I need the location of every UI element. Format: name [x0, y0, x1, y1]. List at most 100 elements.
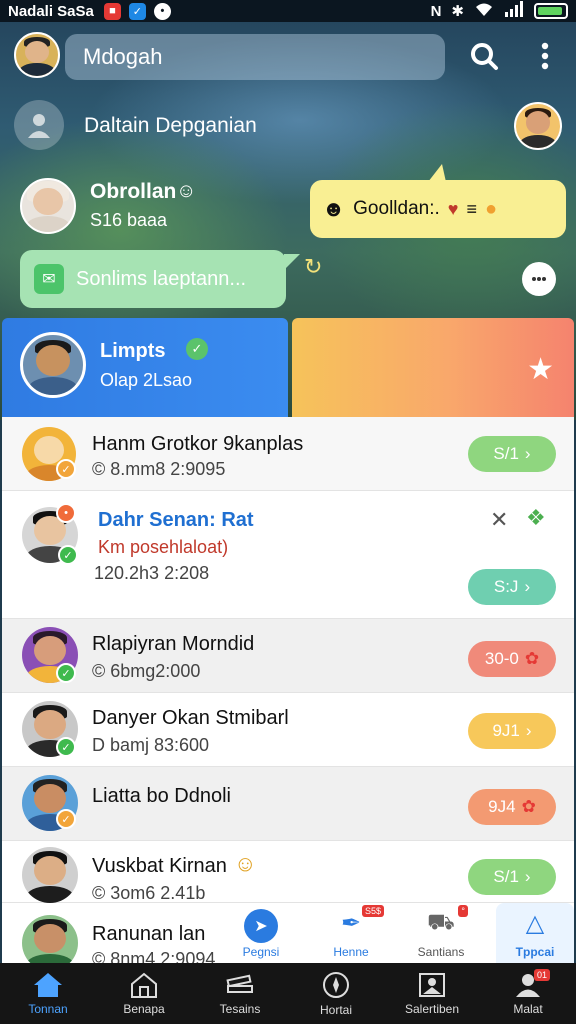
contact-name: Rlapiyran Morndid: [92, 633, 255, 655]
incoming-message-text: Goolldan:.: [353, 198, 440, 219]
verified-badge: ✓: [58, 545, 78, 565]
quick-action-label: Tppcai: [515, 945, 555, 959]
profile-badge: 01: [533, 969, 550, 981]
list-item[interactable]: ✓ Hanm Grotkor 9kanplas © 8.mm8 2:9095 S…: [2, 417, 574, 491]
add-contact-label: Daltain Depganian: [84, 114, 257, 137]
chevron-right-icon: ›: [524, 577, 531, 596]
nav-label: Hortai: [319, 1002, 352, 1017]
search-input[interactable]: Mdogah: [65, 34, 445, 80]
smile-emoji-icon: ☺: [176, 180, 197, 202]
star-icon[interactable]: ★: [527, 352, 554, 387]
nav-item-store[interactable]: Benapa: [96, 963, 192, 1024]
car-badge: °: [458, 905, 468, 917]
outgoing-message-text: Sonlims laeptann...: [76, 267, 247, 290]
quick-action-label: Santians: [417, 945, 465, 959]
blue-app-icon: ✓: [128, 2, 146, 20]
wifi-icon: [474, 1, 494, 21]
nav-item-compass[interactable]: Hortai: [288, 963, 384, 1024]
call-pill-button[interactable]: S/1 ›: [468, 436, 556, 472]
verified-badge: ✓: [56, 663, 76, 683]
bluetooth-icon: ✱: [451, 3, 464, 20]
loading-spinner-icon: ↻: [304, 254, 323, 279]
featured-contact-subtitle: Olap 2Lsao: [100, 370, 193, 390]
contact-timestamp: 120.2h3 2:208: [94, 563, 210, 583]
status-badge: ✓: [56, 459, 76, 479]
missed-call-pill[interactable]: 30-0 ✿: [468, 641, 556, 677]
verified-badge: ✓: [56, 737, 76, 757]
call-pill-button[interactable]: S:J ›: [468, 569, 556, 605]
compass-icon: [323, 971, 349, 998]
nav-item-books[interactable]: Tesains: [192, 963, 288, 1024]
chat-preview-subtitle: S16 baaa: [90, 210, 168, 230]
pen-icon: ✒ S5$: [334, 905, 384, 943]
featured-contact-card[interactable]: Limpts ✓ Olap 2Lsao: [2, 318, 288, 418]
list-item[interactable]: Vuskbat Kirnan ☺ © 3om6 2.41b S/1 ›: [2, 841, 574, 903]
contact-name: Dahr Senan: Rat: [98, 509, 254, 531]
contact-name: Ranunan lan: [92, 923, 206, 945]
list-item[interactable]: ✓ Danyer Okan Stmibarl D bamj 83:600 9J1…: [2, 693, 574, 767]
list-item[interactable]: ✓ Rlapiyran Morndid © 6bmg2:000 30-0 ✿: [2, 619, 574, 693]
battery-icon: [534, 3, 568, 19]
pill-label: 30-0: [484, 649, 519, 668]
featured-contact-name: Limpts: [100, 340, 166, 362]
status-badge: ✓: [56, 809, 76, 829]
cat-face-icon: ●: [484, 197, 498, 220]
chat-preview-avatar: [20, 178, 76, 234]
contact-timestamp: © 3om6 2.41b: [92, 883, 206, 903]
user-avatar[interactable]: [14, 32, 60, 78]
nfc-icon: N: [430, 2, 442, 20]
call-pill-button[interactable]: 9J1 ›: [468, 713, 556, 749]
bottom-navigation: Tonnan Benapa Tesains Hortai Salertiben …: [0, 963, 576, 1024]
missed-call-pill[interactable]: 9J4 ✿: [468, 789, 556, 825]
puzzle-icon[interactable]: ❖: [526, 505, 546, 531]
quick-action-bell[interactable]: △ Tppcai: [496, 903, 574, 963]
nav-label: Benapa: [123, 1001, 165, 1016]
contact-avatar: [22, 847, 78, 903]
bell-icon: △: [525, 910, 545, 937]
pill-label: 9J4: [488, 797, 516, 816]
close-icon[interactable]: ✕: [490, 507, 508, 533]
flower-icon: ✿: [521, 797, 536, 816]
stack-icon: ≡: [466, 198, 477, 219]
quick-action-pen[interactable]: ✒ S5$ Henne: [316, 903, 386, 963]
more-options-icon[interactable]: [528, 36, 562, 76]
nav-label: Tesains: [219, 1001, 261, 1016]
nav-item-profile[interactable]: 01 Malat: [480, 963, 576, 1024]
status-bar: Nadali SaSa ■ ✓ • N ✱: [0, 0, 576, 22]
favorites-card[interactable]: ★: [292, 318, 574, 418]
contact-timestamp: © 8.mm8 2:9095: [92, 459, 226, 479]
chat-preview-name: Obrollan: [90, 180, 177, 203]
quick-action-send[interactable]: ➤ Pegnsi: [226, 903, 296, 963]
search-icon[interactable]: [464, 36, 504, 76]
quick-action-label: Henne: [333, 945, 369, 959]
verified-check-icon: ✓: [186, 338, 208, 360]
contact-avatar: [22, 915, 78, 963]
nav-item-home[interactable]: Tonnan: [0, 963, 96, 1024]
chat-bubble-icon[interactable]: [522, 262, 556, 296]
quick-action-car[interactable]: ⛟ ° Santians: [406, 903, 476, 963]
featured-contact-avatar: [20, 332, 86, 398]
envelope-icon: ✉: [34, 264, 64, 294]
call-pill-button[interactable]: S/1 ›: [468, 859, 556, 895]
contact-timestamp: © 6bmg2:000: [92, 661, 201, 681]
pill-label: 9J1: [492, 721, 520, 740]
nav-label: Malat: [513, 1001, 543, 1016]
outgoing-message-bubble[interactable]: ✉ Sonlims laeptann...: [20, 250, 300, 308]
incoming-message-bubble[interactable]: ☻ Goolldan:. ♥ ≡ ●: [310, 164, 566, 238]
contact-timestamp: D bamj 83:600: [92, 735, 210, 755]
contact-name: Hanm Grotkor 9kanplas: [92, 433, 304, 455]
quick-actions-strip: ➤ Pegnsi ✒ S5$ Henne ⛟ ° Santians △ Tppc…: [226, 903, 576, 963]
pen-badge: S5$: [361, 905, 384, 917]
car-icon: ⛟ °: [424, 905, 468, 943]
nav-item-gallery[interactable]: Salertiben: [384, 963, 480, 1024]
heart-icon: ♥: [447, 198, 459, 219]
list-item[interactable]: • ✓ Dahr Senan: Rat Km posehlaloat) 120.…: [2, 491, 574, 619]
list-item[interactable]: ✓ Liatta bo Ddnoli 9J4 ✿: [2, 767, 574, 841]
pill-label: S/1: [493, 867, 519, 886]
add-contact-row[interactable]: Daltain Depganian: [0, 100, 576, 152]
home-icon: [34, 972, 62, 997]
chevron-right-icon: ›: [524, 867, 531, 886]
contact-name: Liatta bo Ddnoli: [92, 785, 231, 807]
pill-label: S/1: [493, 444, 519, 463]
contact-avatar-small[interactable]: [514, 102, 562, 150]
